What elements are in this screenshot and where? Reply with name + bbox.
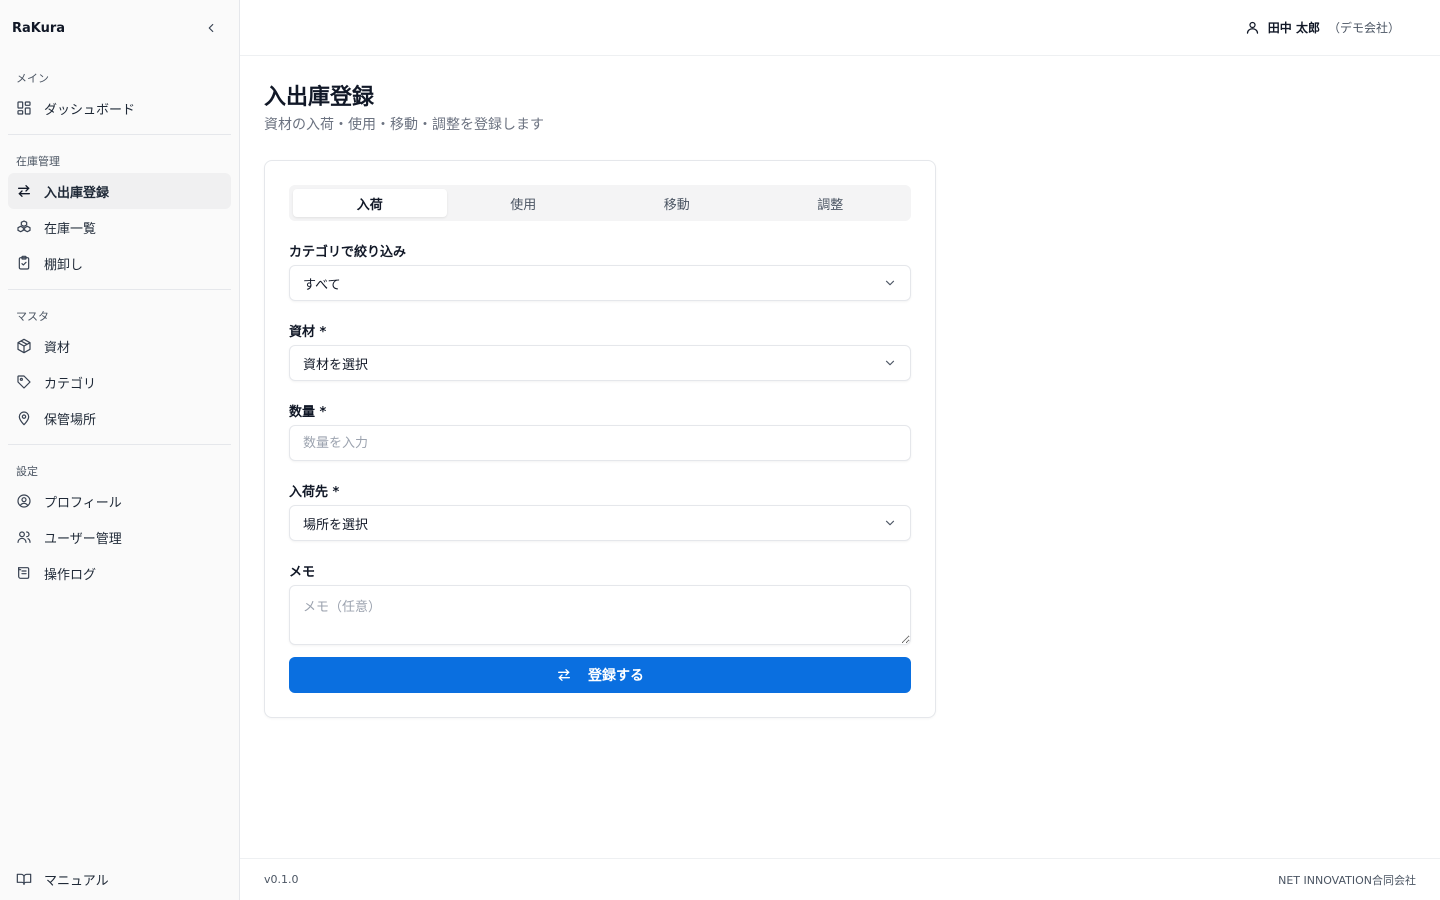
category-filter-field: カテゴリで絞り込み すべて <box>289 241 911 301</box>
users-icon <box>17 531 31 543</box>
memo-label: メモ <box>289 565 316 580</box>
sidebar-item-stock-transaction[interactable]: 入出庫登録 <box>8 173 231 209</box>
sidebar-item-label: プロフィール <box>44 495 122 511</box>
chevron-down-icon <box>885 280 895 286</box>
package-icon <box>17 338 31 354</box>
sidebar-item-label: ユーザー管理 <box>44 531 122 547</box>
category-filter-select[interactable]: すべて <box>289 265 911 301</box>
sidebar-item-label: マニュアル <box>44 873 109 889</box>
sidebar-item-profile[interactable]: プロフィール <box>8 483 231 519</box>
submit-button[interactable]: 登録する <box>289 657 911 693</box>
submit-button-label: 登録する <box>588 668 644 684</box>
sidebar-item-categories[interactable]: カテゴリ <box>8 364 231 400</box>
nav-group-label: 設定 <box>16 465 38 478</box>
book-open-icon <box>16 873 32 885</box>
tab-use[interactable]: 使用 <box>447 189 601 217</box>
arrows-exchange-icon <box>558 669 570 681</box>
nav-group-settings: 設定 プロフィール ユーザー管理 操作ログ <box>8 444 231 599</box>
sidebar-item-dashboard[interactable]: ダッシュボード <box>8 90 231 126</box>
transaction-type-tabs: 入荷 使用 移動 調整 <box>289 185 911 221</box>
memo-field: メモ <box>289 561 911 645</box>
log-scroll-icon <box>18 567 30 579</box>
memo-textarea[interactable] <box>289 585 911 645</box>
app-version: v0.1.0 <box>264 873 299 886</box>
company-name: NET INNOVATION合同会社 <box>1278 873 1416 887</box>
nav-group-inventory: 在庫管理 入出庫登録 在庫一覧 棚卸し <box>8 134 231 289</box>
sidebar-item-label: 棚卸し <box>44 257 84 273</box>
map-pin-icon <box>18 411 30 426</box>
sidebar-item-label: 入出庫登録 <box>44 185 110 201</box>
tab-adjust[interactable]: 調整 <box>754 189 908 217</box>
nav-group-label: 在庫管理 <box>16 155 60 168</box>
destination-value: 場所を選択 <box>303 517 369 533</box>
user-icon <box>1246 21 1258 34</box>
tab-receive[interactable]: 入荷 <box>293 189 447 217</box>
destination-select[interactable]: 場所を選択 <box>289 505 911 541</box>
sidebar-item-stocktake[interactable]: 棚卸し <box>8 245 231 281</box>
material-value: 資材を選択 <box>303 357 369 373</box>
destination-field: 入荷先 * 場所を選択 <box>289 481 911 541</box>
nav-group-label: メイン <box>16 72 49 85</box>
brand-logo-text: RaKura <box>12 20 66 36</box>
category-filter-value: すべて <box>303 277 341 293</box>
sidebar-item-label: 在庫一覧 <box>44 221 97 237</box>
chevron-down-icon <box>885 520 895 526</box>
quantity-label: 数量 * <box>289 405 327 420</box>
user-company: （デモ会社） <box>1327 21 1400 35</box>
sidebar-item-materials[interactable]: 資材 <box>8 328 231 364</box>
transaction-form-card: 入荷 使用 移動 調整 カテゴリで絞り込み すべて 資材 * 資材を選択 数量 … <box>264 160 936 718</box>
sidebar-item-label: 保管場所 <box>44 412 97 428</box>
page-title: 入出庫登録 <box>264 85 375 110</box>
material-field: 資材 * 資材を選択 <box>289 321 911 381</box>
destination-label: 入荷先 * <box>289 485 340 500</box>
material-label: 資材 * <box>289 325 327 340</box>
page-subtitle: 資材の入荷・使用・移動・調整を登録します <box>264 117 544 133</box>
nav-group-master: マスタ 資材 カテゴリ 保管場所 <box>8 289 231 444</box>
tag-icon <box>17 375 31 389</box>
page-footer: v0.1.0 NET INNOVATION合同会社 <box>240 858 1440 900</box>
boxes-icon <box>17 220 31 233</box>
user-name: 田中 太郎 <box>1267 21 1320 35</box>
sidebar-footer: マニュアル <box>0 858 239 900</box>
sidebar-item-manual[interactable]: マニュアル <box>16 861 109 897</box>
dashboard-icon <box>17 101 31 115</box>
chevron-down-icon <box>885 360 895 366</box>
quantity-field: 数量 * <box>289 401 911 461</box>
nav-group-label: マスタ <box>16 310 49 323</box>
sidebar-nav: メイン ダッシュボード 在庫管理 入出庫登録 在庫一覧 棚卸し マスタ 資材 カ… <box>0 56 239 858</box>
sidebar-item-user-management[interactable]: ユーザー管理 <box>8 519 231 555</box>
sidebar-collapse-button[interactable] <box>201 18 221 38</box>
clipboard-check-icon <box>18 255 30 270</box>
user-menu[interactable]: 田中 太郎 （デモ会社） <box>1245 19 1400 36</box>
user-circle-icon <box>17 494 31 508</box>
sidebar-item-label: カテゴリ <box>44 376 97 392</box>
category-filter-label: カテゴリで絞り込み <box>289 245 407 260</box>
chevron-left-icon <box>208 23 214 33</box>
material-select[interactable]: 資材を選択 <box>289 345 911 381</box>
sidebar: RaKura メイン ダッシュボード 在庫管理 入出庫登録 在庫一覧 棚卸し マ… <box>0 0 240 900</box>
main-area: 田中 太郎 （デモ会社） 入出庫登録 資材の入荷・使用・移動・調整を登録します … <box>240 0 1440 900</box>
sidebar-item-locations[interactable]: 保管場所 <box>8 400 231 436</box>
sidebar-item-label: 資材 <box>44 340 71 356</box>
arrows-exchange-icon <box>18 185 30 197</box>
sidebar-header: RaKura <box>0 0 239 56</box>
sidebar-item-label: ダッシュボード <box>44 102 136 118</box>
page-content: 入出庫登録 資材の入荷・使用・移動・調整を登録します 入荷 使用 移動 調整 カ… <box>240 56 1440 858</box>
topbar: 田中 太郎 （デモ会社） <box>240 0 1440 56</box>
tab-move[interactable]: 移動 <box>600 189 754 217</box>
app-root: RaKura メイン ダッシュボード 在庫管理 入出庫登録 在庫一覧 棚卸し マ… <box>0 0 1440 900</box>
nav-group-main: メイン ダッシュボード <box>8 64 231 134</box>
sidebar-item-label: 操作ログ <box>44 567 97 583</box>
sidebar-item-stock-list[interactable]: 在庫一覧 <box>8 209 231 245</box>
quantity-input[interactable] <box>289 425 911 461</box>
sidebar-item-activity-log[interactable]: 操作ログ <box>8 555 231 591</box>
